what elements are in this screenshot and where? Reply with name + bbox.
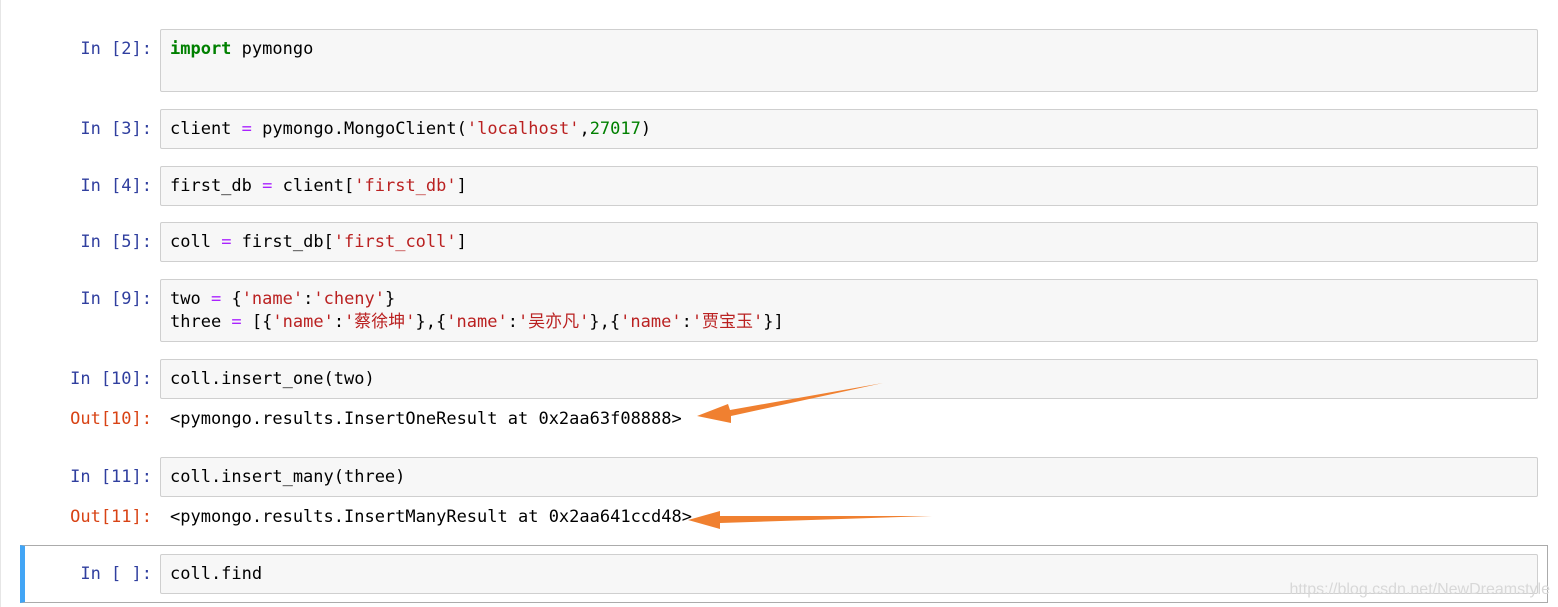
annotation-arrows bbox=[688, 383, 932, 529]
arrow-annotation-icon bbox=[688, 511, 932, 529]
arrow-annotation-icon bbox=[697, 383, 883, 423]
notebook: In [2]: import pymongo In [3]: client = … bbox=[0, 0, 1558, 607]
watermark: https://blog.csdn.net/NewDreamstyle bbox=[1289, 581, 1550, 598]
